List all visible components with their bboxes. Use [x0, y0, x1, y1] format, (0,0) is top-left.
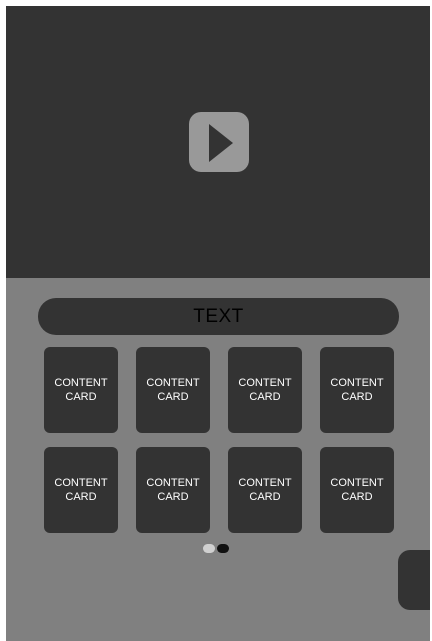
card-label-line1: CONTENT	[330, 377, 384, 389]
content-card[interactable]: CONTENT CARD	[136, 447, 210, 533]
app-screen: TEXT CONTENT CARD CONTENT CARD CONTENT CARD…	[6, 6, 430, 641]
card-label-line1: CONTENT	[54, 377, 108, 389]
card-label-line1: CONTENT	[330, 477, 384, 489]
content-card[interactable]: CONTENT CARD	[320, 347, 394, 433]
card-label-line1: CONTENT	[54, 477, 108, 489]
content-card-grid: CONTENT CARD CONTENT CARD CONTENT CARD CONT…	[44, 347, 394, 533]
card-label-line1: CONTENT	[238, 477, 292, 489]
card-label-line2: CARD	[65, 491, 97, 503]
content-card[interactable]: CONTENT CARD	[228, 347, 302, 433]
card-label-line1: CONTENT	[146, 377, 200, 389]
content-card[interactable]: CONTENT CARD	[136, 347, 210, 433]
card-label-line2: CARD	[249, 391, 281, 403]
content-card[interactable]: CONTENT CARD	[228, 447, 302, 533]
card-label-line2: CARD	[341, 391, 373, 403]
card-label-line1: CONTENT	[238, 377, 292, 389]
content-card[interactable]: CONTENT CARD	[44, 447, 118, 533]
content-card[interactable]: CONTENT CARD	[320, 447, 394, 533]
card-label-line1: CONTENT	[146, 477, 200, 489]
content-card[interactable]: CONTENT CARD	[44, 347, 118, 433]
play-icon	[209, 124, 233, 162]
card-label-line2: CARD	[341, 491, 373, 503]
video-player[interactable]	[6, 6, 430, 278]
side-drawer-tab[interactable]	[398, 550, 430, 610]
card-label-line2: CARD	[157, 391, 189, 403]
card-label-line2: CARD	[249, 491, 281, 503]
text-banner: TEXT	[38, 298, 399, 335]
play-button[interactable]	[189, 112, 249, 172]
page-dot-1[interactable]	[203, 544, 215, 553]
page-indicator	[203, 544, 229, 554]
card-label-line2: CARD	[65, 391, 97, 403]
page-dot-2-active[interactable]	[217, 544, 229, 553]
card-label-line2: CARD	[157, 491, 189, 503]
